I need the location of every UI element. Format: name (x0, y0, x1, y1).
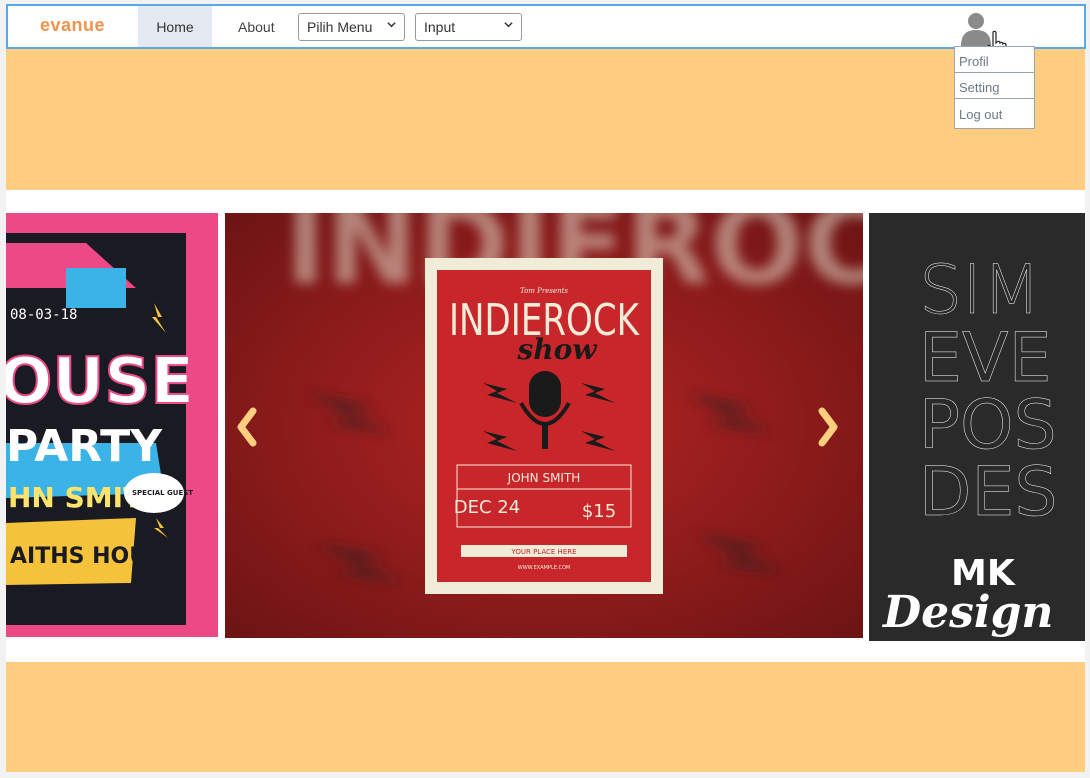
poster-script: show (517, 333, 598, 366)
carousel-slide-active[interactable]: INDIEROCK Tom Presents INDIEROCK show JO… (225, 213, 863, 638)
menu-item-setting[interactable]: Setting (955, 73, 1034, 99)
indierock-poster: INDIEROCK Tom Presents INDIEROCK show JO… (225, 213, 863, 638)
bottom-banner (6, 662, 1085, 772)
nav-about[interactable]: About (238, 6, 275, 47)
mk-design-poster: SIM EVE POS DES MK Design (881, 251, 1058, 638)
carousel-prev-arrow-icon[interactable] (233, 405, 261, 449)
navbar: evanue Home About Pilih Menu Input (6, 4, 1086, 59)
poster-place: YOUR PLACE HERE (510, 548, 576, 556)
carousel-next-arrow-icon[interactable] (814, 405, 842, 449)
menu-select[interactable]: Pilih Menu (298, 13, 405, 41)
poster-venue: AITHS HOUSE (10, 544, 178, 569)
chevron-down-icon (504, 22, 513, 28)
poster-title-2: PARTY (6, 421, 163, 472)
menu-item-logout[interactable]: Log out (955, 99, 1034, 125)
carousel-slide-right[interactable]: SIM EVE POS DES MK Design (869, 213, 1085, 641)
poster-badge: SPECIAL GUEST (132, 489, 193, 497)
carousel-slide-left[interactable]: 08-03-18 OUSE PARTY HN SMITH SPECIAL GUE… (6, 213, 218, 637)
poster-price: $15 (582, 501, 616, 522)
poster-performer: JOHN SMITH (507, 471, 581, 485)
menu-item-profil[interactable]: Profil (955, 47, 1034, 73)
house-party-poster: 08-03-18 OUSE PARTY HN SMITH SPECIAL GUE… (6, 233, 195, 625)
poster-date: 08-03-18 (10, 307, 77, 323)
poster-brand-2: Design (881, 587, 1053, 638)
poster-kicker: Tom Presents (520, 287, 568, 295)
nav-home[interactable]: Home (138, 6, 212, 47)
poster-title-1: OUSE (6, 345, 194, 419)
input-select[interactable]: Input (415, 13, 522, 41)
menu-select-value: Pilih Menu (307, 19, 373, 35)
chevron-down-icon (387, 22, 396, 28)
top-banner (6, 49, 1085, 190)
poster-website: WWW.EXAMPLE.COM (518, 565, 570, 571)
input-select-value: Input (424, 19, 456, 35)
user-dropdown-menu: Profil Setting Log out (954, 46, 1035, 129)
brand-logo[interactable]: evanue (40, 15, 105, 36)
poster-line-4: DES (919, 453, 1058, 532)
poster-date: DEC 24 (454, 497, 520, 518)
